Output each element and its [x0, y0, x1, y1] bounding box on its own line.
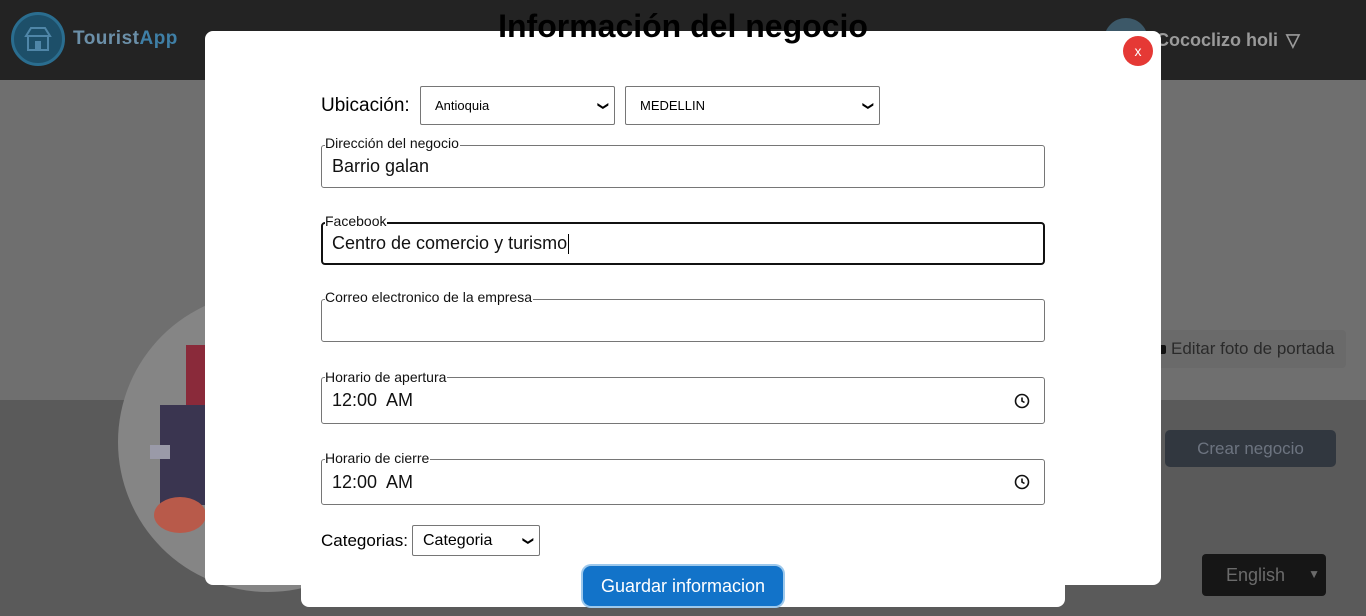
- opening-time-value: 12:00 AM: [332, 390, 414, 410]
- chevron-down-icon: ❯: [596, 100, 609, 111]
- email-legend: Correo electronico de la empresa: [325, 289, 533, 305]
- category-label: Categorias:: [321, 531, 408, 550]
- address-value: Barrio galan: [332, 156, 430, 176]
- chevron-down-icon: ▼: [1308, 567, 1320, 581]
- save-button[interactable]: Guardar informacion: [583, 566, 783, 606]
- chevron-down-icon: ❯: [521, 535, 534, 546]
- text-caret: [568, 233, 570, 254]
- close-button[interactable]: x: [1123, 36, 1153, 66]
- facebook-legend: Facebook: [325, 213, 388, 229]
- category-value: Categoria: [423, 531, 493, 549]
- language-select[interactable]: English ▼: [1202, 554, 1326, 596]
- email-field[interactable]: [321, 299, 1045, 342]
- opening-time-legend: Horario de apertura: [325, 369, 448, 385]
- edit-cover-button[interactable]: Editar foto de portada: [1148, 330, 1346, 368]
- department-select[interactable]: Antioquia ❯: [420, 86, 615, 125]
- facebook-input[interactable]: Centro de comercio y turismo: [321, 222, 1045, 265]
- chevron-down-icon: ❯: [861, 100, 874, 111]
- store-illustration-icon: [150, 345, 208, 533]
- edit-cover-label: Editar foto de portada: [1171, 339, 1335, 358]
- clock-icon[interactable]: [1014, 393, 1030, 409]
- address-legend: Dirección del negocio: [325, 135, 460, 151]
- department-value: Antioquia: [435, 98, 490, 113]
- create-business-button[interactable]: Crear negocio: [1165, 430, 1336, 467]
- modal-title: Información del negocio: [498, 8, 868, 44]
- closing-time-legend: Horario de cierre: [325, 450, 431, 466]
- city-value: MEDELLIN: [640, 98, 706, 113]
- facebook-value: Centro de comercio y turismo: [332, 233, 568, 253]
- city-select[interactable]: MEDELLIN ❯: [625, 86, 880, 125]
- language-value: English: [1226, 564, 1286, 585]
- clock-icon[interactable]: [1014, 474, 1030, 490]
- location-label: Ubicación:: [321, 95, 410, 116]
- closing-time-value: 12:00 AM: [332, 471, 414, 492]
- address-input[interactable]: Barrio galan: [321, 145, 1045, 188]
- category-select[interactable]: Categoria ❯: [412, 525, 540, 556]
